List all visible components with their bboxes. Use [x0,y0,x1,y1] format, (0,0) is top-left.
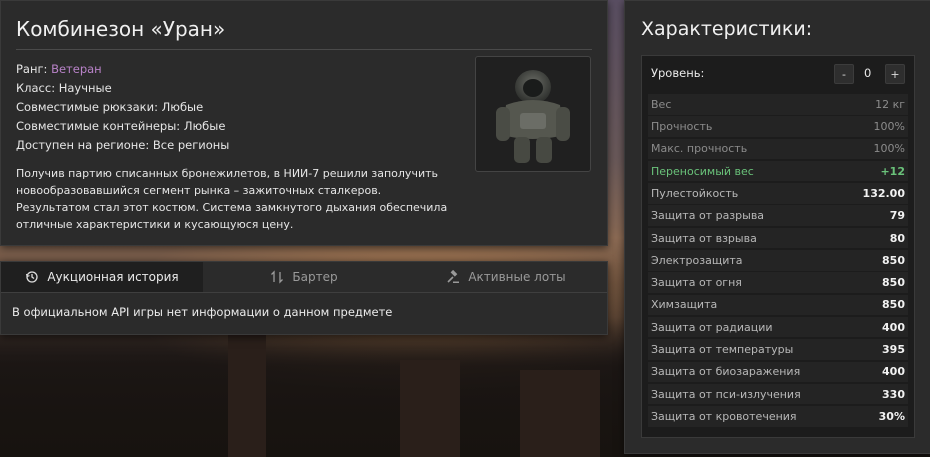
stat-label: Защита от радиации [651,320,773,334]
stats-title: Характеристики: [641,18,813,40]
stat-value: 850 [882,276,905,290]
stat-label: Вес [651,97,672,111]
stat-label: Защита от взрыва [651,231,757,245]
stats-panel: Характеристики: Уровень: - 0 + Вес 12 кг П… [624,0,930,454]
stat-value: 30% [878,409,905,423]
background-building [520,370,600,457]
backpacks-row: Совместимые рюкзаки: Любые [16,100,204,114]
stat-row: Защита от биозаражения 400 [648,361,908,383]
tab-bar: Аукционная история Бартер Активные лоты [1,262,607,293]
item-description: Получив партию списанных бронежилетов, в… [16,167,448,231]
stat-value: 400 [882,320,905,334]
class-row: Класс: Научные [16,81,112,95]
level-value: 0 [864,66,872,80]
tab-label: Активные лоты [468,270,566,284]
stat-label: Переносимый вес [651,164,754,178]
stat-value: 100% [873,120,905,134]
item-image [475,56,591,172]
stat-row: Защита от пси-излучения 330 [648,383,908,405]
stat-row: Пулестойкость 132.00 [648,183,908,204]
stat-row: Макс. прочность 100% [648,138,908,160]
stat-row: Химзащита 850 [648,294,908,316]
history-icon [26,271,38,283]
stat-value: 400 [882,365,905,379]
stat-label: Защита от температуры [651,343,794,357]
tab-content-message: В официальном API игры нет информации о … [12,305,393,319]
stat-label: Защита от кровотечения [651,409,797,423]
stat-label: Электрозащита [651,253,743,267]
stat-row: Защита от огня 850 [648,272,908,293]
swap-icon [271,270,284,284]
stat-label: Защита от биозаражения [651,365,801,379]
stat-label: Прочность [651,120,713,134]
stat-row: Защита от взрыва 80 [648,227,908,249]
stat-row: Защита от разрыва 79 [648,205,908,226]
stat-value: 80 [889,231,905,245]
stat-label: Защита от пси-излучения [651,387,801,401]
item-info-panel: Комбинезон «Уран» Ранг: Ветеран Класс: Н… [0,0,608,246]
title-divider [16,49,592,50]
stat-row: Защита от температуры 395 [648,339,908,360]
background-building [400,360,460,457]
stat-label: Пулестойкость [651,186,739,200]
stats-box: Уровень: - 0 + Вес 12 кг Прочность 100% Макс… [641,55,915,438]
background-tower [228,330,266,457]
rank-label: Ранг: [16,62,48,76]
stat-value: 132.00 [862,186,905,200]
stat-value: 850 [882,253,905,267]
stat-row: Защита от кровотечения 30% [648,406,908,427]
item-title: Комбинезон «Уран» [16,17,226,41]
level-decrement-button[interactable]: - [834,64,854,84]
stat-row: Прочность 100% [648,116,908,137]
tab-label: Аукционная история [47,270,179,284]
gavel-icon [447,270,460,283]
level-increment-button[interactable]: + [885,64,905,84]
containers-row: Совместимые контейнеры: Любые [16,119,226,133]
tab-active-lots[interactable]: Активные лоты [405,262,607,292]
item-info-list: Ранг: Ветеран Класс: Научные Совместимые… [16,60,229,155]
level-row: Уровень: - 0 + [642,56,914,89]
stat-value: 100% [873,142,905,156]
stat-label: Химзащита [651,298,718,312]
stat-rows: Вес 12 кг Прочность 100% Макс. прочность 100%… [648,94,908,428]
stat-value: 395 [882,343,905,357]
region-row: Доступен на регионе: Все регионы [16,138,230,152]
stat-row: Переносимый вес +12 [648,160,908,182]
stat-value: 12 кг [875,97,905,111]
stat-label: Макс. прочность [651,142,748,156]
stat-label: Защита от разрыва [651,209,765,223]
rank-value: Ветеран [51,62,102,76]
market-tabs-panel: Аукционная история Бартер Активные лоты … [0,261,608,335]
rank-row: Ранг: Ветеран [16,60,229,79]
stat-value: 330 [882,387,905,401]
stat-row: Электрозащита 850 [648,250,908,271]
stat-value: 850 [882,298,905,312]
stat-row: Защита от радиации 400 [648,316,908,338]
tab-label: Бартер [292,270,338,284]
stat-value: +12 [880,164,905,178]
stat-label: Защита от огня [651,276,742,290]
level-label: Уровень: [651,66,705,80]
suit-icon [496,70,570,163]
tab-auction-history[interactable]: Аукционная история [1,262,203,292]
stat-row: Вес 12 кг [648,94,908,115]
tab-barter[interactable]: Бартер [203,262,405,292]
stat-value: 79 [889,209,905,223]
